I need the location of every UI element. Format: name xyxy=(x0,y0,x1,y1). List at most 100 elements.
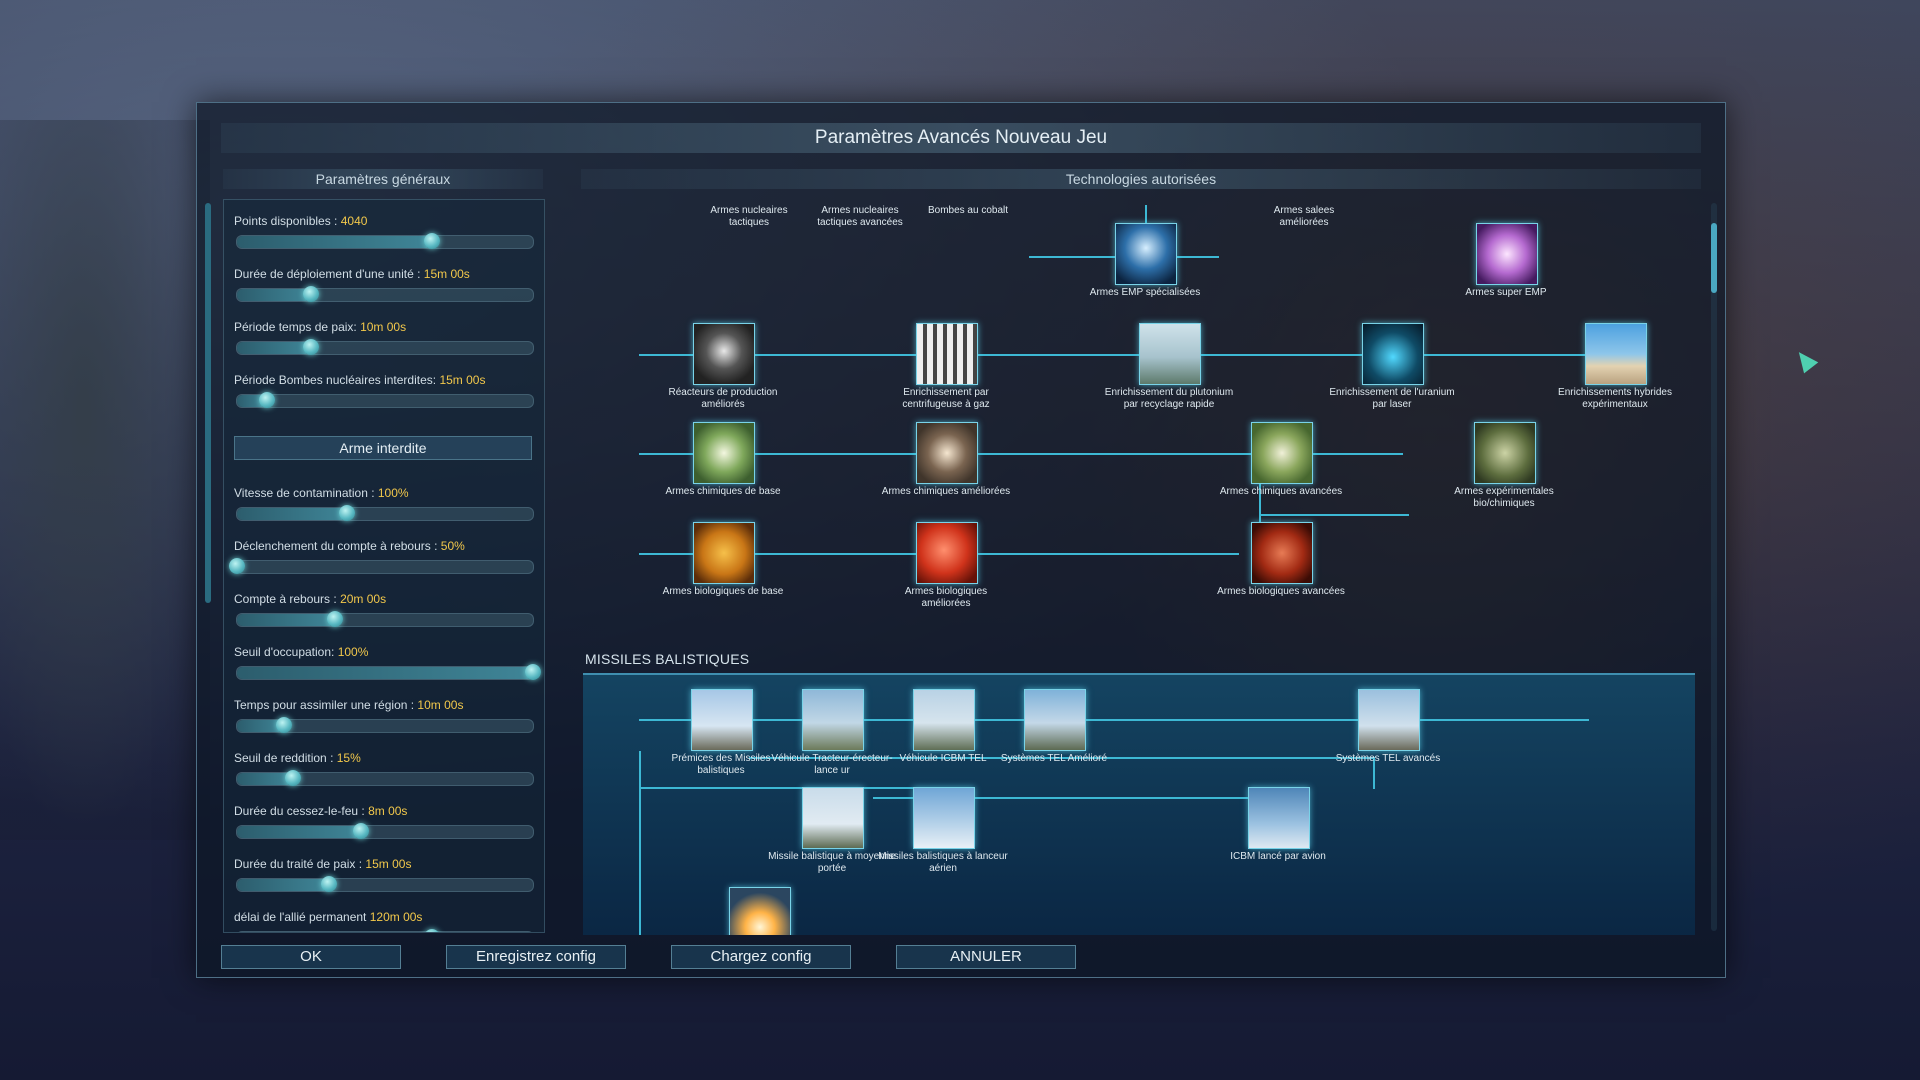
slider-knob[interactable] xyxy=(276,717,293,733)
slider-knob[interactable] xyxy=(258,392,275,408)
hybrid-enrichment-icon[interactable] xyxy=(1585,323,1647,385)
slider-track[interactable] xyxy=(236,392,534,408)
biological-improved-label: Armes biologiques améliorées xyxy=(904,586,988,609)
mouse-cursor-icon xyxy=(1791,346,1819,374)
setting-available-points: Points disponibles : 4040 xyxy=(234,214,534,262)
slider-fill xyxy=(237,826,362,838)
tech-scrollbar[interactable] xyxy=(1711,203,1717,931)
slider-fill xyxy=(237,932,432,933)
top-label-tactical-nukes: Armes nucleaires tactiques xyxy=(710,205,788,228)
slider-track[interactable] xyxy=(236,233,534,249)
icbm-tel-vehicle-icon[interactable] xyxy=(913,689,975,751)
biological-basic-icon[interactable] xyxy=(693,522,755,584)
dialog-title: Paramètres Avancés Nouveau Jeu xyxy=(221,123,1701,153)
slider-track[interactable] xyxy=(236,876,534,892)
slider-track[interactable] xyxy=(236,717,534,733)
setting-value: 120m 00s xyxy=(369,910,423,924)
biological-improved-icon[interactable] xyxy=(916,522,978,584)
slider-knob[interactable] xyxy=(303,339,319,355)
super-emp-weapons-label: Armes super EMP xyxy=(1465,287,1547,298)
top-label-cobalt-bombs: Bombes au cobalt xyxy=(927,205,1009,216)
setting-value: 100% xyxy=(377,486,409,500)
experimental-biochem-label: Armes expérimentales bio/chimiques xyxy=(1454,486,1554,509)
slider-knob[interactable] xyxy=(326,611,343,627)
mrbm-icon[interactable] xyxy=(802,787,864,849)
left-scrollbar[interactable] xyxy=(205,203,211,603)
save-config-button[interactable]: Enregistrez config xyxy=(446,945,626,969)
setting-value: 10m 00s xyxy=(360,320,407,334)
allowed-tech-header: Technologies autorisées xyxy=(581,169,1701,189)
slider-knob[interactable] xyxy=(229,558,245,574)
setting-label: Période temps de paix: xyxy=(234,320,361,334)
tech-scrollbar-thumb[interactable] xyxy=(1711,223,1717,293)
emp-weapons-label: Armes EMP spécialisées xyxy=(1089,287,1201,298)
tel-vehicle-icon[interactable] xyxy=(802,689,864,751)
ok-button[interactable]: OK xyxy=(221,945,401,969)
chemical-improved-icon[interactable] xyxy=(916,422,978,484)
slider-knob[interactable] xyxy=(525,664,541,680)
setting-countdown-trigger: Déclenchement du compte à rebours : 50% xyxy=(229,539,534,587)
air-launched-icbm-icon[interactable] xyxy=(1248,787,1310,849)
setting-value: 20m 00s xyxy=(340,592,387,606)
setting-nuke-ban-period: Période Bombes nucléaires interdites: 15… xyxy=(234,373,534,421)
setting-peace-period: Période temps de paix: 10m 00s xyxy=(234,320,534,368)
slider-track[interactable] xyxy=(236,823,534,839)
setting-value: 4040 xyxy=(340,214,368,228)
tech-tree: Armes nucleaires tactiques Armes nucleai… xyxy=(579,199,1707,935)
load-config-button[interactable]: Chargez config xyxy=(671,945,851,969)
laser-enrichment-icon[interactable] xyxy=(1362,323,1424,385)
emp-weapons-icon[interactable] xyxy=(1115,223,1177,285)
biological-advanced-icon[interactable] xyxy=(1251,522,1313,584)
slider-track[interactable] xyxy=(236,339,534,355)
chemical-advanced-icon[interactable] xyxy=(1251,422,1313,484)
slider-knob[interactable] xyxy=(353,823,370,839)
ballistic-premices-icon[interactable] xyxy=(691,689,753,751)
slider-knob[interactable] xyxy=(424,233,441,249)
setting-unit-deploy-time: Durée de déploiement d'une unité : 15m 0… xyxy=(234,267,534,315)
slider-track[interactable] xyxy=(236,611,534,627)
plutonium-recycling-icon[interactable] xyxy=(1139,323,1201,385)
slider-track[interactable] xyxy=(236,505,534,521)
reactor-icon[interactable] xyxy=(693,323,755,385)
gas-centrifuge-label: Enrichissement par centrifugeuse à gaz xyxy=(902,387,990,410)
setting-value: 15% xyxy=(336,751,361,765)
biological-advanced-label: Armes biologiques avancées xyxy=(1217,586,1345,597)
gas-centrifuge-icon[interactable] xyxy=(916,323,978,385)
slider-fill xyxy=(237,236,433,248)
setting-value: 15m 00s xyxy=(365,857,412,871)
forbidden-weapon-button[interactable]: Arme interdite xyxy=(234,436,532,460)
slider-fill xyxy=(237,289,311,301)
slider-track[interactable] xyxy=(236,664,541,680)
missile-launch-icon[interactable] xyxy=(729,887,791,935)
cancel-button[interactable]: ANNULER xyxy=(896,945,1076,969)
slider-track[interactable] xyxy=(236,770,534,786)
slider-knob[interactable] xyxy=(320,876,337,892)
setting-label: Déclenchement du compte à rebours : xyxy=(234,539,441,553)
slider-track[interactable] xyxy=(236,286,534,302)
improved-tel-systems-icon[interactable] xyxy=(1024,689,1086,751)
ballistic-missiles-section: Prémices des Missiles balistiques Véhicu… xyxy=(583,673,1695,935)
setting-permanent-ally-delay: délai de l'allié permanent 120m 00s xyxy=(234,910,534,933)
chemical-basic-label: Armes chimiques de base xyxy=(665,486,781,497)
top-label-adv-tactical-nukes: Armes nucleaires tactiques avancées xyxy=(817,205,903,228)
setting-countdown: Compte à rebours : 20m 00s xyxy=(234,592,534,640)
slider-knob[interactable] xyxy=(303,286,319,302)
experimental-biochem-icon[interactable] xyxy=(1474,422,1536,484)
connector xyxy=(639,787,939,789)
advanced-tel-systems-icon[interactable] xyxy=(1358,689,1420,751)
slider-fill xyxy=(237,508,347,520)
connector xyxy=(639,751,641,935)
improved-tel-systems-label: Systèmes TEL Amélioré xyxy=(1000,753,1108,764)
chemical-advanced-label: Armes chimiques avancées xyxy=(1219,486,1343,497)
air-launched-ballistic-icon[interactable] xyxy=(913,787,975,849)
slider-knob[interactable] xyxy=(424,929,441,932)
setting-peace-treaty-duration: Durée du traité de paix : 15m 00s xyxy=(234,857,534,905)
super-emp-weapons-icon[interactable] xyxy=(1476,223,1538,285)
slider-track[interactable] xyxy=(229,558,534,574)
setting-value: 10m 00s xyxy=(417,698,464,712)
slider-knob[interactable] xyxy=(285,770,302,786)
slider-track[interactable] xyxy=(236,929,534,933)
slider-fill xyxy=(237,614,335,626)
chemical-basic-icon[interactable] xyxy=(693,422,755,484)
slider-knob[interactable] xyxy=(338,505,355,521)
